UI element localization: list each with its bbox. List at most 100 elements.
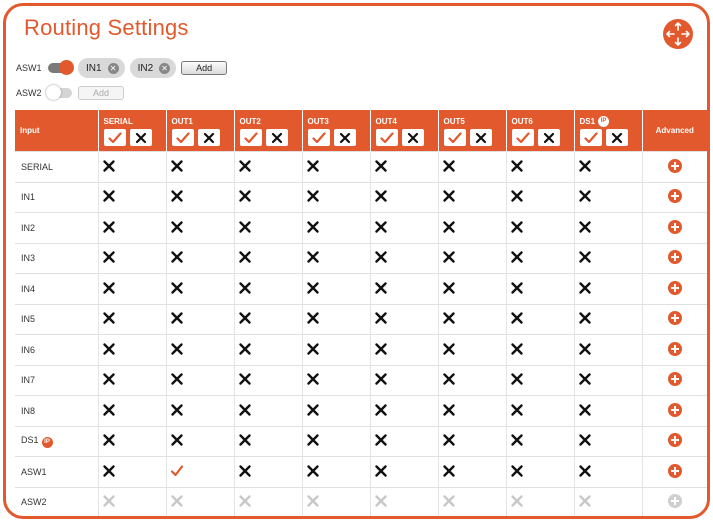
- route-cell[interactable]: [165, 334, 234, 365]
- route-cell[interactable]: [369, 242, 438, 274]
- route-cell[interactable]: [233, 242, 302, 274]
- route-cell[interactable]: [369, 273, 438, 304]
- clear-all-x-button[interactable]: [401, 129, 424, 146]
- select-all-check-button[interactable]: [579, 129, 602, 146]
- route-cell[interactable]: [97, 273, 166, 304]
- clear-all-x-button[interactable]: [537, 129, 560, 146]
- add-advanced-icon[interactable]: [667, 280, 682, 295]
- route-cell[interactable]: [301, 151, 370, 182]
- route-cell[interactable]: [97, 456, 166, 487]
- route-cell[interactable]: [505, 303, 574, 335]
- route-cell[interactable]: [97, 303, 166, 335]
- route-cell[interactable]: [301, 334, 370, 365]
- route-cell[interactable]: [97, 181, 166, 213]
- route-cell[interactable]: [97, 151, 166, 182]
- route-cell[interactable]: [97, 242, 166, 274]
- route-cell[interactable]: [437, 395, 506, 426]
- route-cell[interactable]: [233, 181, 302, 213]
- route-cell[interactable]: [573, 395, 642, 426]
- route-cell[interactable]: [505, 364, 574, 396]
- add-advanced-icon[interactable]: [667, 372, 682, 387]
- route-cell[interactable]: [437, 242, 506, 274]
- select-all-check-button[interactable]: [307, 129, 330, 146]
- add-advanced-icon[interactable]: [667, 311, 682, 326]
- remove-chip-icon[interactable]: ✕: [107, 62, 119, 74]
- route-cell[interactable]: [233, 334, 302, 365]
- route-cell[interactable]: [437, 273, 506, 304]
- route-cell[interactable]: [573, 181, 642, 213]
- route-cell[interactable]: [573, 364, 642, 396]
- asw1-toggle[interactable]: [48, 60, 74, 75]
- add-advanced-icon[interactable]: [667, 158, 682, 173]
- route-cell[interactable]: [369, 181, 438, 213]
- clear-all-x-button[interactable]: [265, 129, 288, 146]
- select-all-check-button[interactable]: [171, 129, 194, 146]
- route-cell[interactable]: [233, 425, 302, 457]
- clear-all-x-button[interactable]: [129, 129, 152, 146]
- route-cell[interactable]: [165, 151, 234, 182]
- select-all-check-button[interactable]: [103, 129, 126, 146]
- route-cell[interactable]: [165, 273, 234, 304]
- route-cell[interactable]: [233, 273, 302, 304]
- route-cell[interactable]: [369, 334, 438, 365]
- route-cell[interactable]: [437, 181, 506, 213]
- route-cell[interactable]: [165, 303, 234, 335]
- route-cell[interactable]: [233, 395, 302, 426]
- select-all-check-button[interactable]: [443, 129, 466, 146]
- route-cell[interactable]: [301, 212, 370, 243]
- route-cell[interactable]: [97, 425, 166, 457]
- add-advanced-icon[interactable]: [667, 219, 682, 234]
- route-cell[interactable]: [369, 151, 438, 182]
- route-cell[interactable]: [165, 212, 234, 243]
- route-cell[interactable]: [437, 334, 506, 365]
- clear-all-x-button[interactable]: [605, 129, 628, 146]
- route-cell[interactable]: [573, 456, 642, 487]
- route-cell[interactable]: [437, 151, 506, 182]
- route-cell[interactable]: [505, 334, 574, 365]
- route-cell[interactable]: [573, 212, 642, 243]
- add-advanced-icon[interactable]: [667, 433, 682, 448]
- add-advanced-icon[interactable]: [667, 341, 682, 356]
- asw2-add-button[interactable]: Add: [78, 86, 124, 100]
- route-cell[interactable]: [369, 212, 438, 243]
- route-cell[interactable]: [301, 395, 370, 426]
- add-advanced-icon[interactable]: [667, 189, 682, 204]
- route-cell[interactable]: [97, 212, 166, 243]
- route-cell[interactable]: [573, 151, 642, 182]
- route-cell[interactable]: [573, 425, 642, 457]
- clear-all-x-button[interactable]: [333, 129, 356, 146]
- clear-all-x-button[interactable]: [469, 129, 492, 146]
- route-cell[interactable]: [301, 273, 370, 304]
- route-cell[interactable]: [97, 395, 166, 426]
- route-cell[interactable]: [573, 334, 642, 365]
- add-advanced-icon[interactable]: [667, 494, 682, 509]
- route-cell[interactable]: [165, 181, 234, 213]
- route-cell[interactable]: [437, 212, 506, 243]
- route-cell[interactable]: [505, 425, 574, 457]
- route-cell[interactable]: [301, 364, 370, 396]
- select-all-check-button[interactable]: [511, 129, 534, 146]
- route-cell[interactable]: [301, 425, 370, 457]
- route-cell[interactable]: [301, 181, 370, 213]
- route-cell[interactable]: [233, 212, 302, 243]
- route-cell[interactable]: [97, 334, 166, 365]
- route-cell[interactable]: [505, 456, 574, 487]
- route-cell[interactable]: [165, 456, 234, 487]
- route-cell[interactable]: [437, 456, 506, 487]
- route-cell[interactable]: [505, 181, 574, 213]
- route-cell[interactable]: [233, 364, 302, 396]
- route-cell[interactable]: [165, 364, 234, 396]
- route-cell[interactable]: [437, 364, 506, 396]
- route-cell[interactable]: [369, 395, 438, 426]
- route-cell[interactable]: [505, 395, 574, 426]
- route-cell[interactable]: [165, 425, 234, 457]
- route-cell[interactable]: [505, 212, 574, 243]
- route-cell[interactable]: [369, 425, 438, 457]
- asw1-add-button[interactable]: Add: [181, 61, 228, 75]
- route-cell[interactable]: [301, 456, 370, 487]
- route-cell[interactable]: [505, 151, 574, 182]
- route-cell[interactable]: [369, 303, 438, 335]
- route-cell[interactable]: [573, 303, 642, 335]
- add-advanced-icon[interactable]: [667, 402, 682, 417]
- route-cell[interactable]: [97, 364, 166, 396]
